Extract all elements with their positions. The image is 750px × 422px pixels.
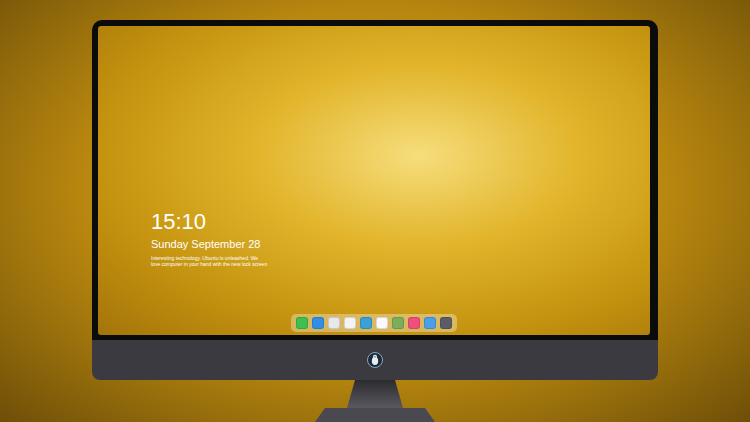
dock xyxy=(291,314,457,332)
caption-line: love computer in your hand with the new … xyxy=(151,261,650,267)
dock-app-icon[interactable] xyxy=(312,317,324,329)
dock-app-icon[interactable] xyxy=(440,317,452,329)
page: 15:10 Sunday September 28 Interesting tech… xyxy=(0,0,750,422)
monitor-chin xyxy=(92,340,658,380)
caption-line: Interesting technology. Ubuntu is unleas… xyxy=(151,255,650,261)
dock-app-icon[interactable] xyxy=(360,317,372,329)
dock-app-icon[interactable] xyxy=(424,317,436,329)
monitor-bezel: 15:10 Sunday September 28 Interesting tech… xyxy=(92,20,658,340)
dock-app-icon[interactable] xyxy=(408,317,420,329)
dock-app-icon[interactable] xyxy=(376,317,388,329)
dock-app-icon[interactable] xyxy=(392,317,404,329)
lock-screen[interactable]: 15:10 Sunday September 28 Interesting tech… xyxy=(98,26,650,335)
caption: Interesting technology. Ubuntu is unleas… xyxy=(151,255,650,267)
brand-logo-icon xyxy=(367,352,383,368)
dock-app-icon[interactable] xyxy=(344,317,356,329)
dock-app-icon[interactable] xyxy=(328,317,340,329)
clock-block: 15:10 Sunday September 28 Interesting tech… xyxy=(98,26,650,267)
monitor-stand-icon xyxy=(285,380,465,422)
date: Sunday September 28 xyxy=(151,237,650,251)
time: 15:10 xyxy=(151,210,650,234)
dock-app-icon[interactable] xyxy=(296,317,308,329)
